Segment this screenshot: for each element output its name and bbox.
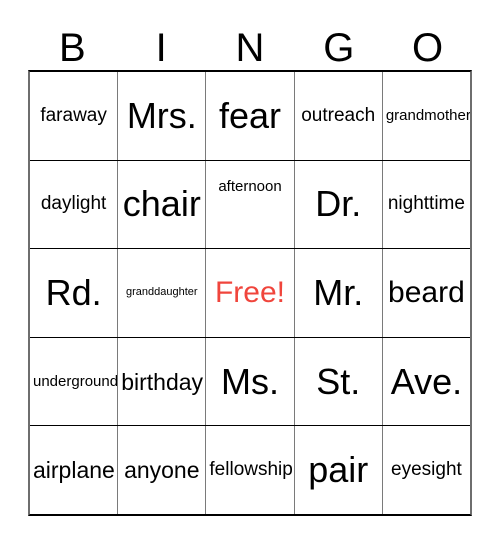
bingo-cell[interactable]: anyone [118,426,207,514]
bingo-row: Rd. granddaughter Free! Mr. beard [30,249,471,338]
bingo-cell[interactable]: daylight [30,160,119,249]
bingo-cell[interactable]: Mr. [294,249,383,337]
bingo-cell-label: Ms. [221,360,279,402]
bingo-cell-label: Dr. [315,183,362,225]
bingo-header-letter-g: G [323,26,355,70]
bingo-cell-label: chair [122,183,201,225]
bingo-cell[interactable]: airplane [30,426,119,514]
bingo-cell[interactable]: fear [206,72,295,160]
bingo-cell-label: grandmother [385,106,471,124]
bingo-cell-label: fear [218,94,282,136]
bingo-cell[interactable]: underground [30,337,119,426]
bingo-cell[interactable]: granddaughter [118,249,207,337]
bingo-row: underground birthday Ms. St. Ave. [30,337,471,427]
bingo-cell-label: underground [33,372,119,390]
bingo-cell-label: beard [388,276,465,310]
bingo-cell[interactable]: nighttime [382,160,471,249]
bingo-cell-label: afternoon [218,177,282,195]
bingo-cell-label: granddaughter [126,286,198,299]
bingo-cell-label: St. [316,360,361,402]
bingo-cell-label: Mrs. [126,94,197,136]
bingo-cell[interactable]: eyesight [382,426,471,514]
bingo-cell[interactable]: faraway [30,72,119,160]
bingo-cell[interactable]: afternoon [206,160,295,249]
bingo-header-letter-b: B [59,26,86,70]
bingo-cell-label: outreach [301,104,376,126]
bingo-cell[interactable]: Ms. [206,337,295,426]
bingo-cell[interactable]: beard [382,249,471,337]
bingo-cell[interactable]: chair [118,160,207,249]
bingo-header-row: BINGO [28,16,472,70]
bingo-cell[interactable]: pair [294,426,383,514]
bingo-grid: faraway Mrs. fear outreach grandmother daylig… [28,70,472,516]
bingo-cell[interactable]: Rd. [30,249,119,337]
bingo-cell-label: Ave. [390,360,463,402]
bingo-cell[interactable]: fellowship [206,426,295,514]
bingo-cell-label: daylight [40,193,107,215]
bingo-row: daylight chair afternoon Dr. nighttime [30,160,471,250]
bingo-free-cell[interactable]: Free! [206,249,295,337]
bingo-cell-label: Mr. [313,272,364,314]
bingo-cell-label: Rd. [45,272,102,314]
bingo-cell[interactable]: grandmother [382,72,471,160]
bingo-header-letter-i: I [155,26,167,70]
bingo-row: faraway Mrs. fear outreach grandmother [30,72,471,161]
bingo-row: airplane anyone fellowship pair eyesight [30,426,471,514]
bingo-cell-label: pair [308,449,369,491]
bingo-cell-label: Free! [214,276,286,310]
bingo-cell[interactable]: Ave. [382,337,471,426]
bingo-cell[interactable]: Dr. [294,160,383,249]
bingo-header-letter-n: N [235,26,265,70]
bingo-cell[interactable]: Mrs. [118,72,207,160]
bingo-cell-label: birthday [121,368,204,395]
bingo-cell-label: eyesight [391,459,462,481]
bingo-cell[interactable]: St. [294,337,383,426]
bingo-header-letter-o: O [412,26,444,70]
bingo-cell-label: fellowship [209,459,293,481]
bingo-card: B I N G O faraway Mrs. fear outreach grandmother… [0,0,500,544]
bingo-cell-label: faraway [40,104,107,126]
bingo-cell-label: airplane [33,457,115,484]
bingo-cell[interactable]: outreach [294,72,383,160]
bingo-cell[interactable]: birthday [118,337,207,426]
bingo-cell-label: nighttime [387,193,465,215]
bingo-cell-label: anyone [124,457,200,484]
